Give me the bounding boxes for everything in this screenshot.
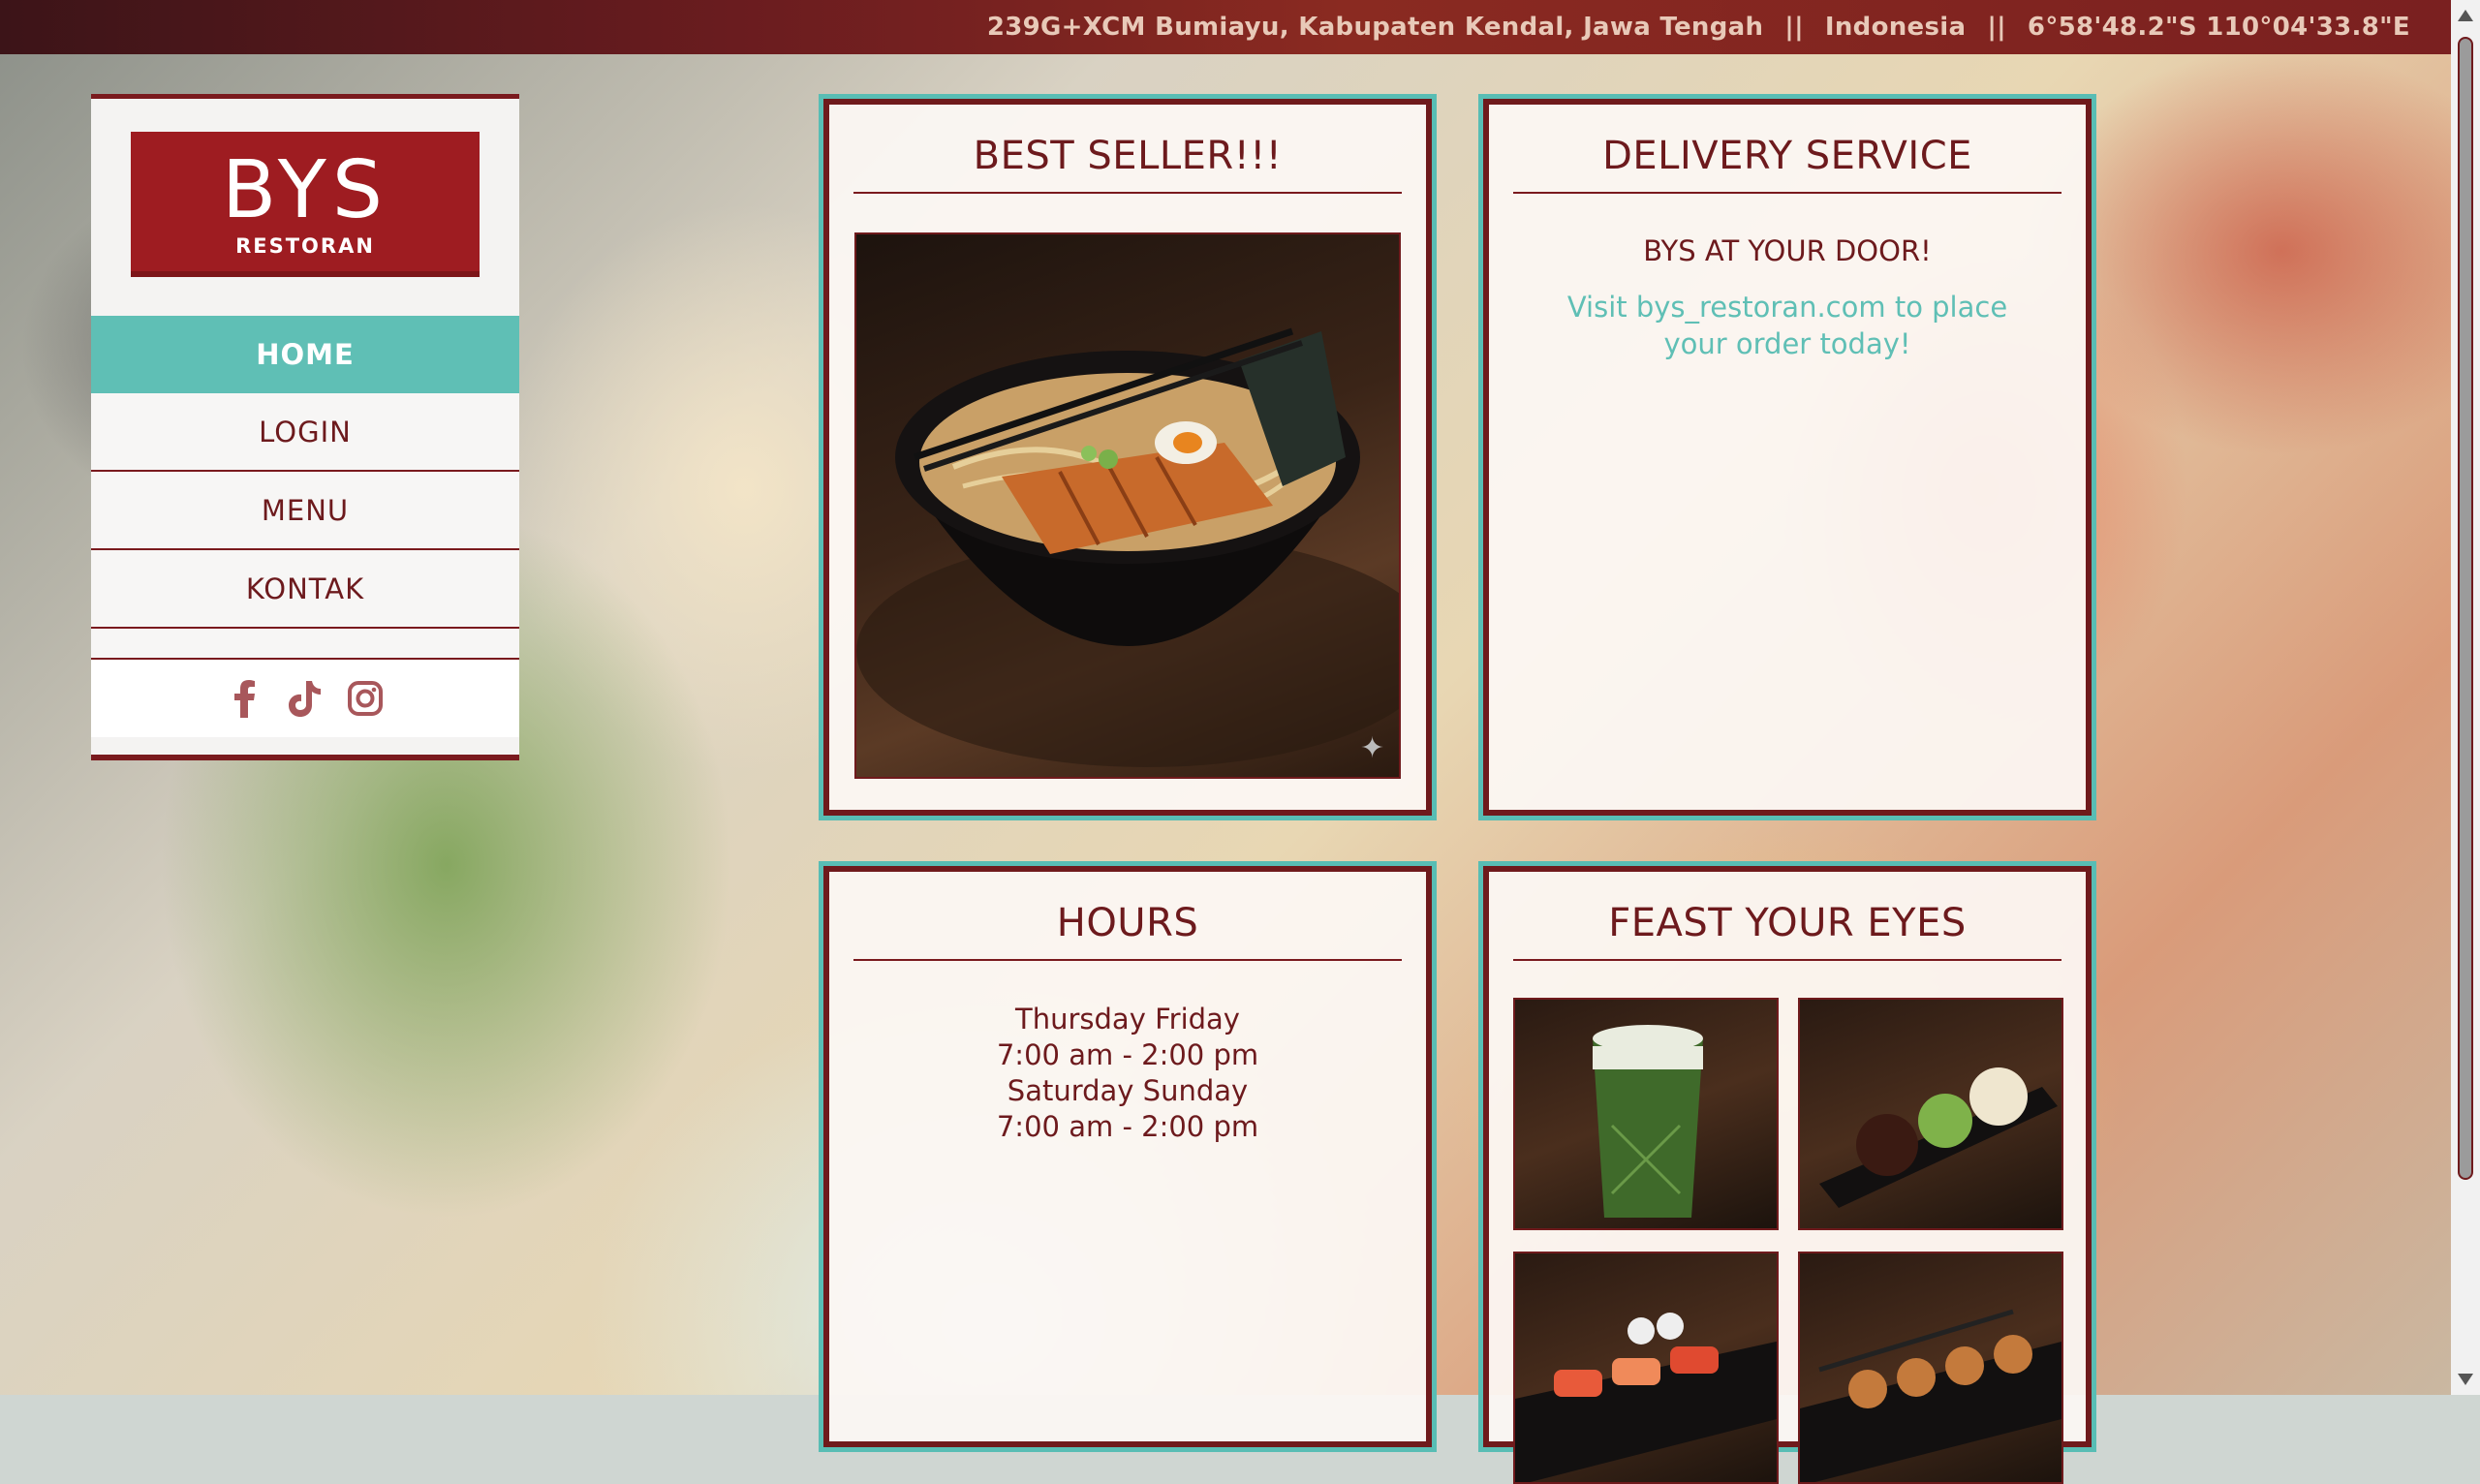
svg-text:✦: ✦ [1360, 731, 1384, 765]
facebook-icon[interactable] [228, 679, 263, 718]
hours-line: 7:00 am - 2:00 pm [996, 1038, 1259, 1071]
delivery-headline: BYS AT YOUR DOOR! [1643, 234, 1932, 267]
instagram-icon[interactable] [348, 679, 383, 718]
nav-divider [91, 629, 519, 660]
logo[interactable]: BYS RESTORAN [131, 132, 480, 277]
delivery-card: DELIVERY SERVICE BYS AT YOUR DOOR! Visit… [1478, 94, 2096, 820]
social-links [91, 660, 519, 737]
dessert-plate-image [1798, 998, 2063, 1230]
feast-card: FEAST YOUR EYES [1478, 861, 2096, 1484]
matcha-drink-image [1513, 998, 1779, 1230]
nav-item-kontak[interactable]: KONTAK [91, 550, 519, 629]
separator: || [1784, 13, 1804, 42]
nav-item-menu[interactable]: MENU [91, 472, 519, 550]
vertical-scrollbar[interactable] [2451, 0, 2480, 1395]
delivery-title: DELIVERY SERVICE [1513, 105, 2062, 194]
nav-item-login[interactable]: LOGIN [91, 393, 519, 472]
main-nav: HOME LOGIN MENU KONTAK [91, 316, 519, 660]
hours-line: 7:00 am - 2:00 pm [996, 1110, 1259, 1143]
location-bar: 239G+XCM Bumiayu, Kabupaten Kendal, Jawa… [0, 0, 2451, 54]
katsu-ramen-image: ✦ [854, 232, 1401, 779]
scroll-down-icon[interactable] [2458, 1374, 2473, 1385]
coordinates-text: 6°58'48.2"S 110°04'33.8"E [2027, 13, 2410, 42]
hours-line: Thursday Friday [1015, 1003, 1240, 1036]
separator: || [1987, 13, 2006, 42]
hours-title: HOURS [853, 872, 1402, 961]
scroll-up-icon[interactable] [2458, 10, 2473, 21]
logo-subtitle: RESTORAN [235, 234, 375, 258]
country-text: Indonesia [1824, 13, 1967, 42]
tiktok-icon[interactable] [288, 679, 323, 718]
logo-brand: BYS [222, 144, 388, 236]
feast-title: FEAST YOUR EYES [1513, 872, 2062, 961]
hours-line: Saturday Sunday [1007, 1074, 1249, 1107]
scroll-thumb[interactable] [2458, 37, 2473, 1180]
address-text: 239G+XCM Bumiayu, Kabupaten Kendal, Jawa… [986, 13, 1764, 42]
best-seller-title: BEST SELLER!!! [853, 105, 1402, 194]
takoyaki-plate-image [1798, 1252, 2063, 1484]
hours-card: HOURS Thursday Friday 7:00 am - 2:00 pm … [819, 861, 1437, 1452]
delivery-link-text[interactable]: Visit bys_restoran.com to place your ord… [1566, 289, 2008, 362]
sidebar: BYS RESTORAN HOME LOGIN MENU KONTAK [91, 94, 519, 760]
best-seller-card: BEST SELLER!!! ✦ [819, 94, 1437, 820]
sushi-plate-image [1513, 1252, 1779, 1484]
nav-item-home[interactable]: HOME [91, 316, 519, 393]
